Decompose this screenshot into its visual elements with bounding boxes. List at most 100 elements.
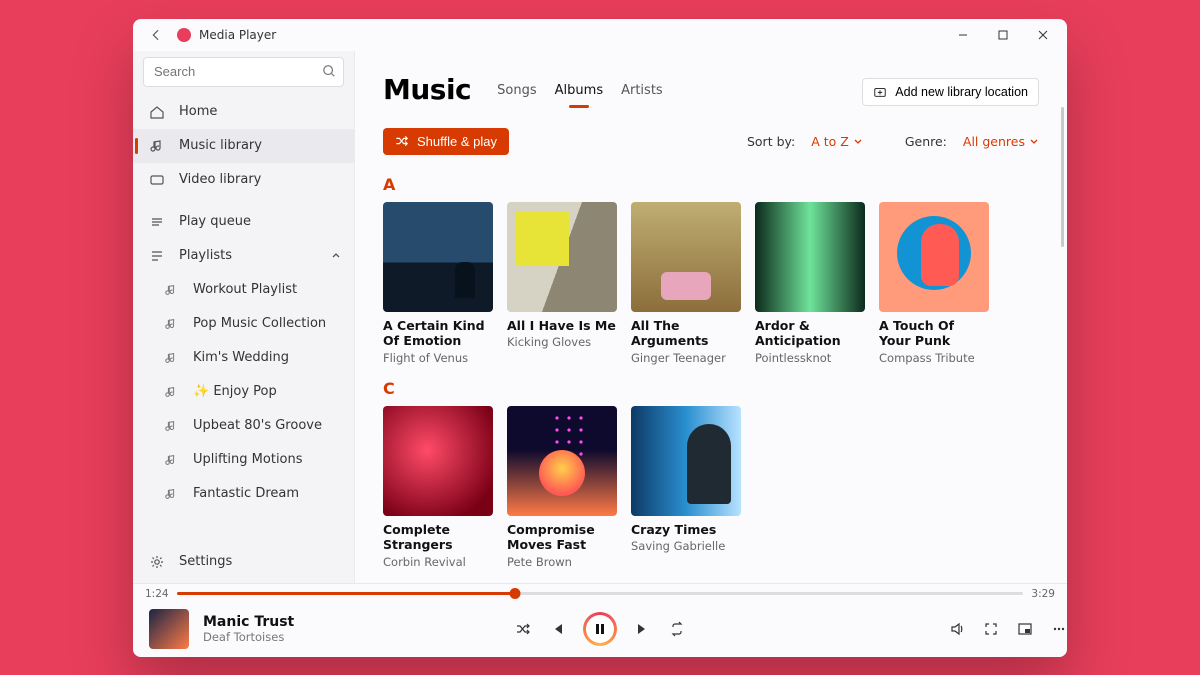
- playlists-icon: [149, 248, 165, 264]
- album-title: A Touch Of Your Punk: [879, 318, 989, 349]
- chevron-down-icon: [853, 136, 863, 146]
- album-cover: [631, 202, 741, 312]
- music-note-icon: [149, 138, 165, 154]
- playlist-icon: [163, 316, 179, 332]
- album-card[interactable]: Crazy TimesSaving Gabrielle: [631, 406, 741, 569]
- pause-icon: [593, 622, 607, 636]
- app-title: Media Player: [199, 28, 276, 42]
- tab-artists[interactable]: Artists: [621, 83, 663, 104]
- section-letter: C: [383, 379, 1039, 398]
- sidebar-item-label: Video library: [179, 172, 261, 187]
- playlist-label: ✨ Enjoy Pop: [193, 384, 277, 399]
- album-title: Compromise Moves Fast: [507, 522, 617, 553]
- repeat-toggle[interactable]: [669, 621, 685, 637]
- playlist-icon: [163, 282, 179, 298]
- chevron-up-icon: [330, 250, 342, 262]
- playlist-icon: [163, 350, 179, 366]
- scrollbar[interactable]: [1061, 107, 1064, 247]
- add-library-location-button[interactable]: Add new library location: [862, 78, 1039, 106]
- view-tabs: Songs Albums Artists: [497, 83, 663, 106]
- player-bar: 1:24 3:29 Manic Trust Deaf Tortoises: [133, 583, 1067, 657]
- page-title: Music: [383, 73, 471, 106]
- album-card[interactable]: All The Arguments Ginger Teenager: [631, 202, 741, 365]
- gear-icon: [149, 554, 165, 570]
- album-artist: Saving Gabrielle: [631, 539, 741, 553]
- sort-dropdown[interactable]: A to Z: [811, 134, 863, 149]
- album-artist: Kicking Gloves: [507, 335, 617, 349]
- album-title: All The Arguments: [631, 318, 741, 349]
- album-cover: [383, 406, 493, 516]
- playlist-icon: [163, 384, 179, 400]
- album-title: A Certain Kind Of Emotion: [383, 318, 493, 349]
- sidebar-item-queue[interactable]: Play queue: [133, 205, 354, 239]
- sidebar-playlist-item[interactable]: ✨ Enjoy Pop: [133, 375, 354, 409]
- sidebar-item-music[interactable]: Music library: [133, 129, 354, 163]
- sidebar-item-video[interactable]: Video library: [133, 163, 354, 197]
- playlist-label: Uplifting Motions: [193, 452, 303, 467]
- sidebar-playlist-item[interactable]: Workout Playlist: [133, 273, 354, 307]
- main-content: Music Songs Albums Artists Add new library…: [355, 51, 1067, 583]
- sidebar-item-label: Music library: [179, 138, 262, 153]
- home-icon: [149, 104, 165, 120]
- total-time: 3:29: [1031, 588, 1055, 600]
- sidebar-item-playlists[interactable]: Playlists: [133, 239, 354, 273]
- playlist-icon: [163, 486, 179, 502]
- tab-albums[interactable]: Albums: [555, 83, 603, 104]
- next-track-button[interactable]: [635, 621, 651, 637]
- album-card[interactable]: Complete StrangersCorbin Revival: [383, 406, 493, 569]
- album-artist: Pointlessknot: [755, 351, 865, 365]
- now-playing-artist: Deaf Tortoises: [203, 630, 294, 644]
- album-artist: Compass Tribute: [879, 351, 989, 365]
- queue-icon: [149, 214, 165, 230]
- tab-songs[interactable]: Songs: [497, 83, 536, 104]
- volume-button[interactable]: [949, 621, 965, 637]
- sidebar-playlist-item[interactable]: Fantastic Dream: [133, 477, 354, 511]
- album-card[interactable]: A Touch Of Your Punk Compass Tribute: [879, 202, 989, 365]
- sidebar-playlist-item[interactable]: Pop Music Collection: [133, 307, 354, 341]
- previous-track-button[interactable]: [549, 621, 565, 637]
- close-button[interactable]: [1023, 19, 1063, 51]
- back-button[interactable]: [143, 28, 169, 42]
- seek-bar[interactable]: [177, 592, 1024, 595]
- elapsed-time: 1:24: [145, 588, 169, 600]
- now-playing-title: Manic Trust: [203, 614, 294, 630]
- play-pause-button[interactable]: [583, 612, 617, 646]
- sidebar-playlist-item[interactable]: Upbeat 80's Groove: [133, 409, 354, 443]
- album-card[interactable]: A Certain Kind Of EmotionFlight of Venus: [383, 202, 493, 365]
- maximize-button[interactable]: [983, 19, 1023, 51]
- album-cover: [507, 406, 617, 516]
- video-icon: [149, 172, 165, 188]
- album-grid[interactable]: AA Certain Kind Of EmotionFlight of Venu…: [355, 161, 1067, 583]
- playlist-icon: [163, 418, 179, 434]
- album-card[interactable]: Compromise Moves Fast Pete Brown: [507, 406, 617, 569]
- album-cover: [631, 406, 741, 516]
- now-playing-cover[interactable]: [149, 609, 189, 649]
- album-card[interactable]: Ardor & AnticipationPointlessknot: [755, 202, 865, 365]
- minimize-button[interactable]: [943, 19, 983, 51]
- shuffle-toggle[interactable]: [515, 621, 531, 637]
- app-window: Media Player Home Music library: [133, 19, 1067, 657]
- fullscreen-button[interactable]: [983, 621, 999, 637]
- search-box: [143, 57, 344, 87]
- sidebar-item-label: Play queue: [179, 214, 251, 229]
- album-artist: Ginger Teenager: [631, 351, 741, 365]
- shuffle-play-button[interactable]: Shuffle & play: [383, 128, 509, 155]
- album-cover: [507, 202, 617, 312]
- album-card[interactable]: All I Have Is MeKicking Gloves: [507, 202, 617, 365]
- search-input[interactable]: [143, 57, 344, 87]
- playlist-icon: [163, 452, 179, 468]
- more-button[interactable]: [1051, 621, 1067, 637]
- sidebar-item-label: Settings: [179, 554, 232, 569]
- sidebar-item-home[interactable]: Home: [133, 95, 354, 129]
- genre-label: Genre:: [905, 134, 947, 149]
- playlist-label: Kim's Wedding: [193, 350, 289, 365]
- button-label: Shuffle & play: [417, 134, 497, 149]
- playlist-label: Fantastic Dream: [193, 486, 299, 501]
- mini-player-button[interactable]: [1017, 621, 1033, 637]
- sidebar-item-label: Playlists: [179, 248, 232, 263]
- sidebar-item-settings[interactable]: Settings: [133, 545, 354, 579]
- album-artist: Pete Brown: [507, 555, 617, 569]
- sidebar-playlist-item[interactable]: Uplifting Motions: [133, 443, 354, 477]
- sidebar-playlist-item[interactable]: Kim's Wedding: [133, 341, 354, 375]
- genre-dropdown[interactable]: All genres: [963, 134, 1039, 149]
